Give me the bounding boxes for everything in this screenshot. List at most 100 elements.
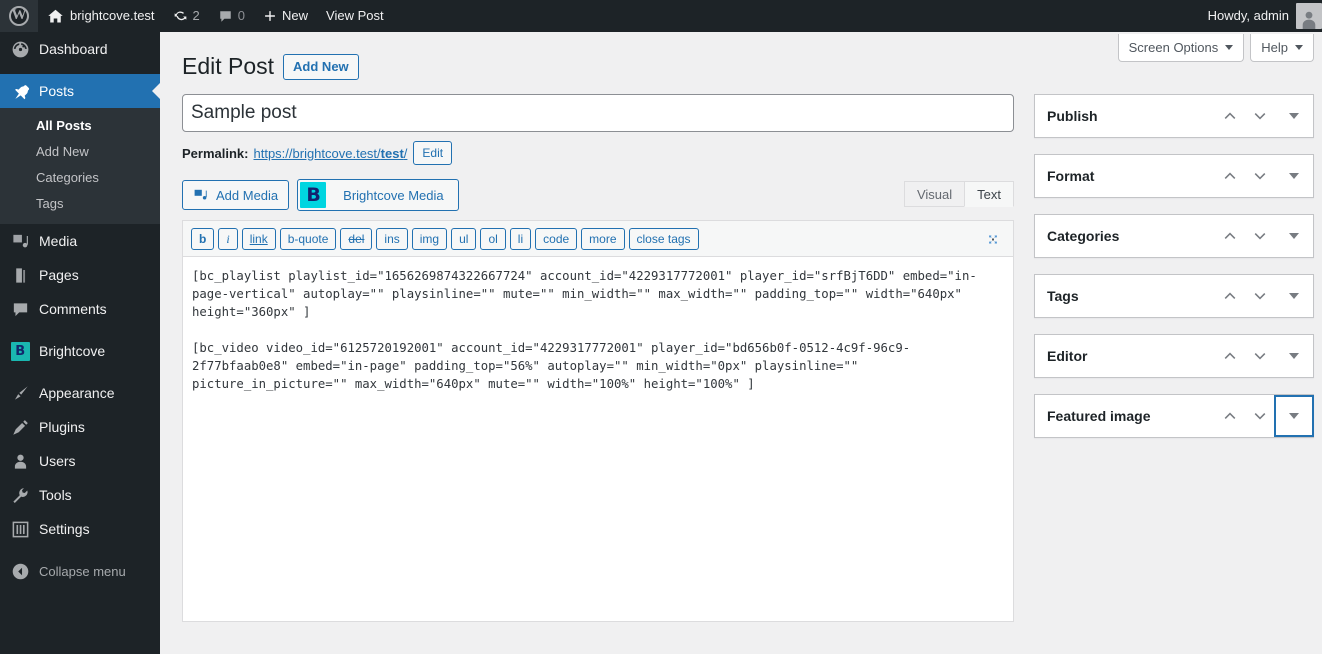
settings-sliders-icon [10, 519, 30, 539]
metabox-title: Publish [1047, 108, 1098, 124]
dashboard-icon [10, 39, 30, 59]
comments-menu[interactable]: 0 [209, 0, 254, 32]
sidebar-item-plugins[interactable]: Plugins [0, 410, 160, 444]
toggle-panel-icon [1289, 413, 1299, 419]
metabox-categories: Categories [1034, 214, 1314, 258]
post-title-input[interactable] [182, 94, 1014, 132]
toggle-panel-icon [1289, 113, 1299, 119]
caret-down-icon [1295, 45, 1303, 50]
updates-menu[interactable]: 2 [164, 0, 209, 32]
edit-permalink-button[interactable]: Edit [413, 141, 453, 165]
move-up-button[interactable] [1215, 156, 1245, 196]
new-content-menu[interactable]: New [254, 0, 317, 32]
move-up-button[interactable] [1215, 96, 1245, 136]
sidebar-item-pages[interactable]: Pages [0, 258, 160, 292]
toggle-panel-button[interactable] [1275, 396, 1313, 436]
sidebar-subitem-tags[interactable]: Tags [0, 191, 160, 217]
sidebar-subitem-categories[interactable]: Categories [0, 165, 160, 191]
sidebar-item-users[interactable]: Users [0, 444, 160, 478]
toggle-panel-button[interactable] [1275, 96, 1313, 136]
quicktag-more[interactable]: more [581, 228, 625, 250]
quicktag-italic[interactable]: i [218, 228, 238, 250]
sidebar-item-label: Users [39, 453, 76, 469]
comment-bubble-icon [220, 10, 231, 22]
site-name-menu[interactable]: brightcove.test [38, 0, 164, 32]
posts-submenu: All Posts Add New Categories Tags [0, 108, 160, 224]
quicktag-ul[interactable]: ul [451, 228, 477, 250]
pin-icon [10, 81, 30, 101]
my-account-menu[interactable]: Howdy, admin [1199, 0, 1322, 32]
move-down-button[interactable] [1245, 276, 1275, 316]
permalink-link[interactable]: https://brightcove.test/test/ [253, 146, 407, 161]
editor-mode-tabs: Visual Text [903, 181, 1014, 207]
collapse-menu-label: Collapse menu [39, 563, 126, 579]
view-post-link[interactable]: View Post [317, 0, 393, 32]
move-down-button[interactable] [1245, 396, 1275, 436]
collapse-menu-button[interactable]: Collapse menu [0, 554, 160, 588]
toggle-panel-button[interactable] [1275, 216, 1313, 256]
brightcove-media-button[interactable]: B Brightcove Media [297, 179, 459, 211]
move-down-button[interactable] [1245, 216, 1275, 256]
move-up-button[interactable] [1215, 336, 1245, 376]
quicktag-del[interactable]: del [340, 228, 373, 250]
move-down-button[interactable] [1245, 156, 1275, 196]
brightcove-logo-square: B [10, 341, 30, 361]
sidebar-subitem-all-posts[interactable]: All Posts [0, 113, 160, 139]
updates-count: 2 [192, 8, 200, 23]
metabox-title: Format [1047, 168, 1095, 184]
sidebar-item-label: Brightcove [39, 343, 106, 359]
quicktags-toolbar: b i link b-quote del ins img ul ol li co… [183, 221, 1013, 256]
move-down-button[interactable] [1245, 96, 1275, 136]
toggle-panel-button[interactable] [1275, 156, 1313, 196]
distraction-free-expand-icon[interactable] [982, 228, 1004, 250]
quicktag-close-tags[interactable]: close tags [628, 228, 699, 250]
post-content-textarea[interactable] [183, 256, 1013, 621]
toggle-panel-button[interactable] [1275, 276, 1313, 316]
sidebar-subitem-add-new[interactable]: Add New [0, 139, 160, 165]
sidebar-item-settings[interactable]: Settings [0, 512, 160, 546]
move-down-button[interactable] [1245, 336, 1275, 376]
wordpress-logo-icon [9, 6, 29, 26]
wordpress-logo-menu[interactable] [0, 0, 38, 32]
sidebar-item-label: Pages [39, 267, 79, 283]
sidebar-item-media[interactable]: Media [0, 224, 160, 258]
quicktag-img[interactable]: img [411, 228, 448, 250]
move-up-button[interactable] [1215, 276, 1245, 316]
metabox-actions [1215, 156, 1313, 196]
metabox-title: Editor [1047, 348, 1088, 364]
editor-container: Add Media B Brightcove Media Visual Text… [182, 179, 1014, 622]
quicktag-code[interactable]: code [535, 228, 578, 250]
media-buttons-row: Add Media B Brightcove Media [182, 179, 1014, 211]
quicktag-li[interactable]: li [509, 228, 532, 250]
sidebar-item-posts[interactable]: Posts [0, 74, 160, 108]
metabox-header: Publish [1035, 95, 1313, 137]
metabox-tags: Tags [1034, 274, 1314, 318]
metabox-header: Tags [1035, 275, 1313, 317]
sidebar-item-dashboard[interactable]: Dashboard [0, 32, 160, 66]
tools-wrench-icon [10, 485, 30, 505]
sidebar-item-label: Media [39, 233, 78, 249]
add-new-post-button[interactable]: Add New [283, 53, 359, 80]
sidebar-item-tools[interactable]: Tools [0, 478, 160, 512]
sidebar-separator [0, 66, 160, 74]
sidebar-separator [0, 368, 160, 376]
tab-text[interactable]: Text [964, 181, 1014, 207]
add-media-button[interactable]: Add Media [182, 180, 290, 210]
quicktag-bold[interactable]: b [191, 228, 215, 250]
sidebar-item-appearance[interactable]: Appearance [0, 376, 160, 410]
quicktag-ins[interactable]: ins [376, 228, 408, 250]
tab-visual[interactable]: Visual [903, 181, 966, 207]
sidebar-item-comments[interactable]: Comments [0, 292, 160, 326]
quicktag-blockquote[interactable]: b-quote [279, 228, 337, 250]
metabox-actions [1215, 276, 1313, 316]
sidebar-separator [0, 326, 160, 334]
help-button[interactable]: Help [1250, 34, 1314, 62]
move-up-button[interactable] [1215, 396, 1245, 436]
move-up-button[interactable] [1215, 216, 1245, 256]
quicktag-ol[interactable]: ol [480, 228, 506, 250]
admin-bar: brightcove.test 2 0 New View Post Howdy,… [0, 0, 1322, 32]
quicktag-link[interactable]: link [241, 228, 276, 250]
screen-options-button[interactable]: Screen Options [1117, 34, 1245, 62]
toggle-panel-button[interactable] [1275, 336, 1313, 376]
sidebar-item-brightcove[interactable]: B Brightcove [0, 334, 160, 368]
